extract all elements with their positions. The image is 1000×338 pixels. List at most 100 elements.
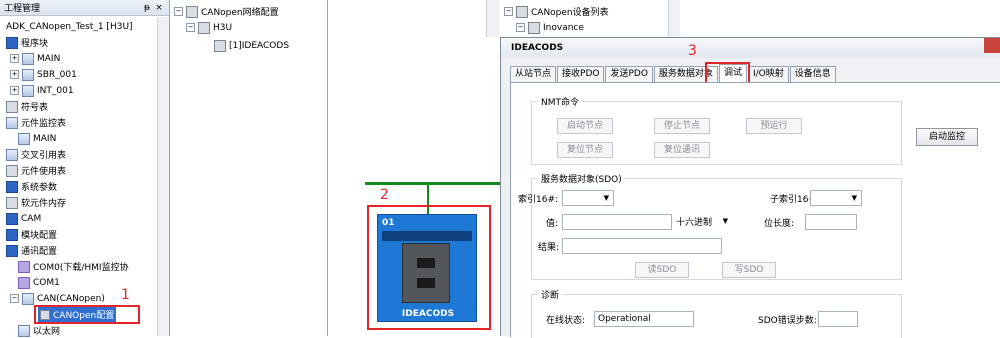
expand-icon[interactable]: + xyxy=(10,54,19,63)
project-panel-title: 工程管理 xyxy=(4,4,41,14)
tree-item-system-params[interactable]: 系统参数 xyxy=(6,179,57,194)
tree-item-label: 元件监控表 xyxy=(21,119,67,129)
tree-item-label: MAIN xyxy=(37,53,61,64)
collapse-icon[interactable]: − xyxy=(516,23,525,32)
bit-length-input[interactable] xyxy=(805,214,857,230)
network-canvas[interactable]: 01 IDEACODS 2 xyxy=(329,0,500,336)
collapse-icon[interactable]: − xyxy=(174,7,183,16)
tree-item-canopen-network[interactable]: − CANopen网络配置 xyxy=(174,4,279,19)
diagnosis-group: 诊断 在线状态: Operational SDO错误步数: xyxy=(531,288,902,338)
tree-item-device-list[interactable]: − CANopen设备列表 xyxy=(504,4,609,19)
tree-item-main[interactable]: + MAIN xyxy=(10,51,60,66)
module-icon xyxy=(6,228,18,241)
tree-item-label: MAIN xyxy=(33,133,57,144)
project-panel: 工程管理 ᵽ × ADK_CANopen_Test_1 [H3U] 程序块 + M… xyxy=(0,0,170,337)
reset-comm-button[interactable]: 复位通讯 xyxy=(654,142,710,158)
tree-item-project[interactable]: ADK_CANopen_Test_1 [H3U] xyxy=(6,19,133,34)
program-icon xyxy=(22,68,34,81)
subindex-combo[interactable]: ▼ xyxy=(810,190,862,206)
tree-item-monitor-main[interactable]: MAIN xyxy=(18,131,56,146)
dialog-title: IDEACODS xyxy=(511,43,564,53)
tab-receive-pdo[interactable]: 接收PDO xyxy=(557,66,605,82)
tree-item-label: 交叉引用表 xyxy=(21,151,67,161)
tree-item-cross-ref[interactable]: 交叉引用表 xyxy=(6,147,66,162)
program-icon xyxy=(22,84,34,97)
chevron-down-icon: ▼ xyxy=(722,217,728,225)
reset-node-button[interactable]: 复位节点 xyxy=(557,142,613,158)
index-combo[interactable]: ▼ xyxy=(562,190,614,206)
tab-send-pdo[interactable]: 发送PDO xyxy=(605,66,653,82)
tree-item-soft-memory[interactable]: 软元件内存 xyxy=(6,195,66,210)
start-monitor-button[interactable]: 启动监控 xyxy=(916,128,978,146)
tree-item-label: 软元件内存 xyxy=(21,199,67,209)
tree-item-label: 以太网 xyxy=(33,327,61,337)
expand-icon[interactable]: + xyxy=(10,70,19,79)
program-block-icon xyxy=(6,36,18,49)
tab-slave-node[interactable]: 从站节点 xyxy=(510,66,557,82)
tree-item-module-config[interactable]: 模块配置 xyxy=(6,227,57,242)
vendor-icon xyxy=(528,21,540,34)
index-label: 索引16#: xyxy=(518,195,559,205)
tree-item-com1[interactable]: COM1 xyxy=(18,275,60,290)
serial-port-icon xyxy=(18,260,30,273)
bit-length-label: 位长度: xyxy=(764,219,795,229)
annotation-box-2 xyxy=(367,205,491,330)
gear-icon xyxy=(6,180,18,193)
close-icon[interactable]: × xyxy=(153,3,165,13)
tree-item-element-usage[interactable]: 元件使用表 xyxy=(6,163,66,178)
tree-item-program-block[interactable]: 程序块 xyxy=(6,35,48,50)
tree-item-label: Inovance xyxy=(543,22,584,33)
network-icon xyxy=(22,292,34,305)
tree-item-com0[interactable]: COM0(下载/HMI监控协 xyxy=(18,259,129,274)
dialog-tabs: 从站节点 接收PDO 发送PDO 服务数据对象 调试 I/O映射 设备信息 xyxy=(510,64,837,82)
memory-icon xyxy=(6,196,18,209)
pre-operational-button[interactable]: 预运行 xyxy=(746,118,802,134)
tab-io-mapping[interactable]: I/O映射 xyxy=(747,66,789,82)
tree-item-h3u[interactable]: − H3U xyxy=(186,20,232,35)
tree-item-sbr[interactable]: + SBR_001 xyxy=(10,67,77,82)
device-icon xyxy=(214,39,226,52)
value-input[interactable] xyxy=(562,214,672,230)
project-panel-header: 工程管理 ᵽ × xyxy=(0,0,169,16)
collapse-icon[interactable]: − xyxy=(10,294,19,303)
tree-item-symbol-table[interactable]: 符号表 xyxy=(6,99,48,114)
diagnosis-group-label: 诊断 xyxy=(538,288,563,301)
plc-icon xyxy=(198,21,210,34)
tree-item-comm-config[interactable]: 通讯配置 xyxy=(6,243,57,258)
tree-item-monitor-table[interactable]: 元件监控表 xyxy=(6,115,66,130)
chevron-down-icon: ▼ xyxy=(851,194,857,202)
tree-item-ideacods[interactable]: [1]IDEACODS xyxy=(214,38,289,53)
start-node-button[interactable]: 启动节点 xyxy=(557,118,613,134)
project-panel-scrollbar[interactable] xyxy=(157,17,169,336)
tree-item-label: COM0(下载/HMI监控协 xyxy=(33,263,129,273)
tree-item-label: 程序块 xyxy=(21,39,49,49)
format-value: 十六进制 xyxy=(676,218,713,228)
stop-node-button[interactable]: 停止节点 xyxy=(654,118,710,134)
program-icon xyxy=(22,52,34,65)
tree-item-label: 模块配置 xyxy=(21,231,58,241)
device-list-scrollbar[interactable] xyxy=(668,0,680,37)
sdo-error-field xyxy=(818,311,858,327)
tree-item-cam[interactable]: CAM xyxy=(6,211,41,226)
tree-item-label: CAN(CANopen) xyxy=(37,293,105,304)
device-dialog: IDEACODS 从站节点 接收PDO 发送PDO 服务数据对象 调试 I/O映… xyxy=(500,37,1000,338)
tree-item-inovance[interactable]: − Inovance xyxy=(516,20,584,35)
canvas-scrollbar[interactable] xyxy=(486,0,499,37)
ethernet-icon xyxy=(18,324,30,337)
pin-icon[interactable]: ᵽ xyxy=(141,3,153,13)
close-icon[interactable] xyxy=(984,38,1000,53)
collapse-icon[interactable]: − xyxy=(504,7,513,16)
tree-item-int[interactable]: + INT_001 xyxy=(10,83,74,98)
annotation-number-3: 3 xyxy=(688,43,697,59)
usage-table-icon xyxy=(6,164,18,177)
collapse-icon[interactable]: − xyxy=(186,23,195,32)
expand-icon[interactable]: + xyxy=(10,86,19,95)
tree-item-label: SBR_001 xyxy=(37,69,77,80)
tree-item-label: 系统参数 xyxy=(21,183,58,193)
write-sdo-button[interactable]: 写SDO xyxy=(722,262,776,278)
read-sdo-button[interactable]: 读SDO xyxy=(635,262,689,278)
tab-device-info[interactable]: 设备信息 xyxy=(789,66,836,82)
tree-item-can[interactable]: − CAN(CANopen) xyxy=(10,291,105,306)
communication-icon xyxy=(6,244,18,257)
format-combo[interactable]: 十六进制 ▼ xyxy=(672,214,732,230)
